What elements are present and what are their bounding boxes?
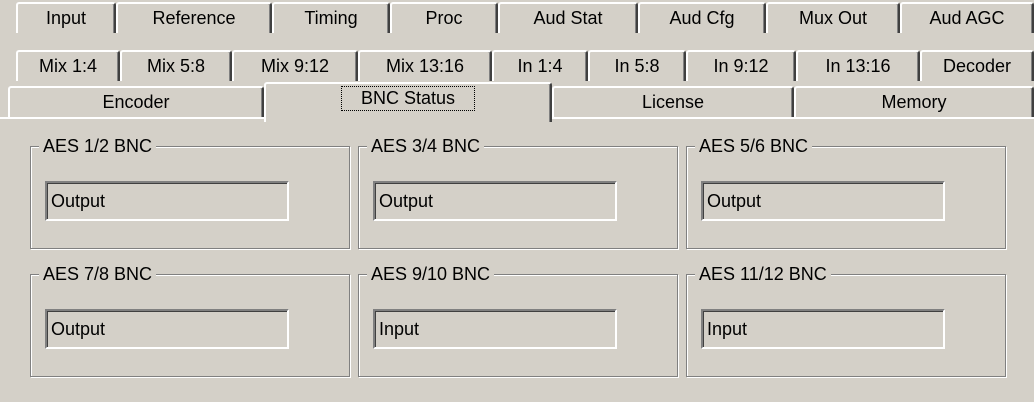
aes-5-6-bnc-group: AES 5/6 BNC Output: [686, 134, 1006, 249]
tab-bnc-status[interactable]: BNC Status: [264, 82, 552, 122]
aes-1-2-bnc-group: AES 1/2 BNC Output: [30, 134, 350, 249]
tab-label: Aud AGC: [929, 8, 1005, 28]
tab-label: Encoder: [102, 92, 170, 112]
tab-label: Aud Cfg: [669, 8, 735, 28]
tab-mix-5-8[interactable]: Mix 5:8: [120, 50, 232, 81]
tab-label: Mix 5:8: [146, 56, 206, 76]
tab-mux-out[interactable]: Mux Out: [766, 2, 900, 33]
group-title: AES 1/2 BNC: [39, 134, 157, 158]
tab-label: Input: [45, 8, 87, 28]
group-title: AES 9/10 BNC: [367, 262, 495, 286]
status-field: Output: [45, 309, 289, 349]
tab-label: In 5:8: [614, 56, 660, 76]
tab-label: Decoder: [942, 56, 1012, 76]
status-field: Input: [373, 309, 617, 349]
group-title: AES 5/6 BNC: [695, 134, 813, 158]
tab-label: License: [641, 92, 705, 112]
tab-in-5-8[interactable]: In 5:8: [588, 50, 686, 81]
tab-input[interactable]: Input: [16, 2, 116, 33]
tab-aud-cfg[interactable]: Aud Cfg: [638, 2, 766, 33]
tab-mix-1-4[interactable]: Mix 1:4: [16, 50, 120, 81]
status-field: Output: [45, 181, 289, 221]
tab-aud-stat[interactable]: Aud Stat: [498, 2, 638, 33]
tab-aud-agc[interactable]: Aud AGC: [900, 2, 1034, 33]
tab-encoder[interactable]: Encoder: [8, 86, 264, 117]
tab-label: In 13:16: [825, 56, 891, 76]
tab-in-9-12[interactable]: In 9:12: [686, 50, 796, 81]
aes-9-10-bnc-group: AES 9/10 BNC Input: [358, 262, 678, 377]
tab-row-2: Mix 1:4 Mix 5:8 Mix 9:12 Mix 13:16 In 1:…: [0, 50, 1034, 82]
tab-mix-9-12[interactable]: Mix 9:12: [232, 50, 358, 81]
tab-mix-13-16[interactable]: Mix 13:16: [358, 50, 492, 81]
bnc-status-panel: AES 1/2 BNC Output AES 3/4 BNC Output AE…: [0, 119, 1034, 402]
tab-reference[interactable]: Reference: [116, 2, 272, 33]
tab-label: BNC Status: [340, 86, 476, 111]
aes-11-12-bnc-group: AES 11/12 BNC Input: [686, 262, 1006, 377]
aes-7-8-bnc-group: AES 7/8 BNC Output: [30, 262, 350, 377]
tab-label: Mix 13:16: [385, 56, 465, 76]
tab-in-1-4[interactable]: In 1:4: [492, 50, 588, 81]
tab-label: In 9:12: [713, 56, 769, 76]
tab-label: Proc: [425, 8, 463, 28]
tab-license[interactable]: License: [552, 86, 794, 117]
tab-label: Mix 1:4: [38, 56, 98, 76]
tab-label: Aud Stat: [533, 8, 603, 28]
tab-row-1: Input Reference Timing Proc Aud Stat Aud…: [0, 2, 1034, 34]
tab-label: Reference: [152, 8, 236, 28]
tab-label: Timing: [304, 8, 358, 28]
tab-label: Mix 9:12: [260, 56, 330, 76]
tab-memory[interactable]: Memory: [794, 86, 1034, 117]
tab-label: Memory: [881, 92, 947, 112]
group-title: AES 3/4 BNC: [367, 134, 485, 158]
group-title: AES 11/12 BNC: [695, 262, 831, 286]
tab-in-13-16[interactable]: In 13:16: [796, 50, 920, 81]
group-title: AES 7/8 BNC: [39, 262, 157, 286]
status-field: Input: [701, 309, 945, 349]
tab-row-3: Encoder BNC Status License Memory: [0, 82, 1034, 122]
tab-timing[interactable]: Timing: [272, 2, 390, 33]
tab-label: In 1:4: [517, 56, 563, 76]
tab-label: Mux Out: [798, 8, 868, 28]
status-field: Output: [701, 181, 945, 221]
tab-control: Input Reference Timing Proc Aud Stat Aud…: [0, 0, 1034, 124]
aes-3-4-bnc-group: AES 3/4 BNC Output: [358, 134, 678, 249]
tab-proc[interactable]: Proc: [390, 2, 498, 33]
status-field: Output: [373, 181, 617, 221]
tab-decoder[interactable]: Decoder: [920, 50, 1034, 81]
